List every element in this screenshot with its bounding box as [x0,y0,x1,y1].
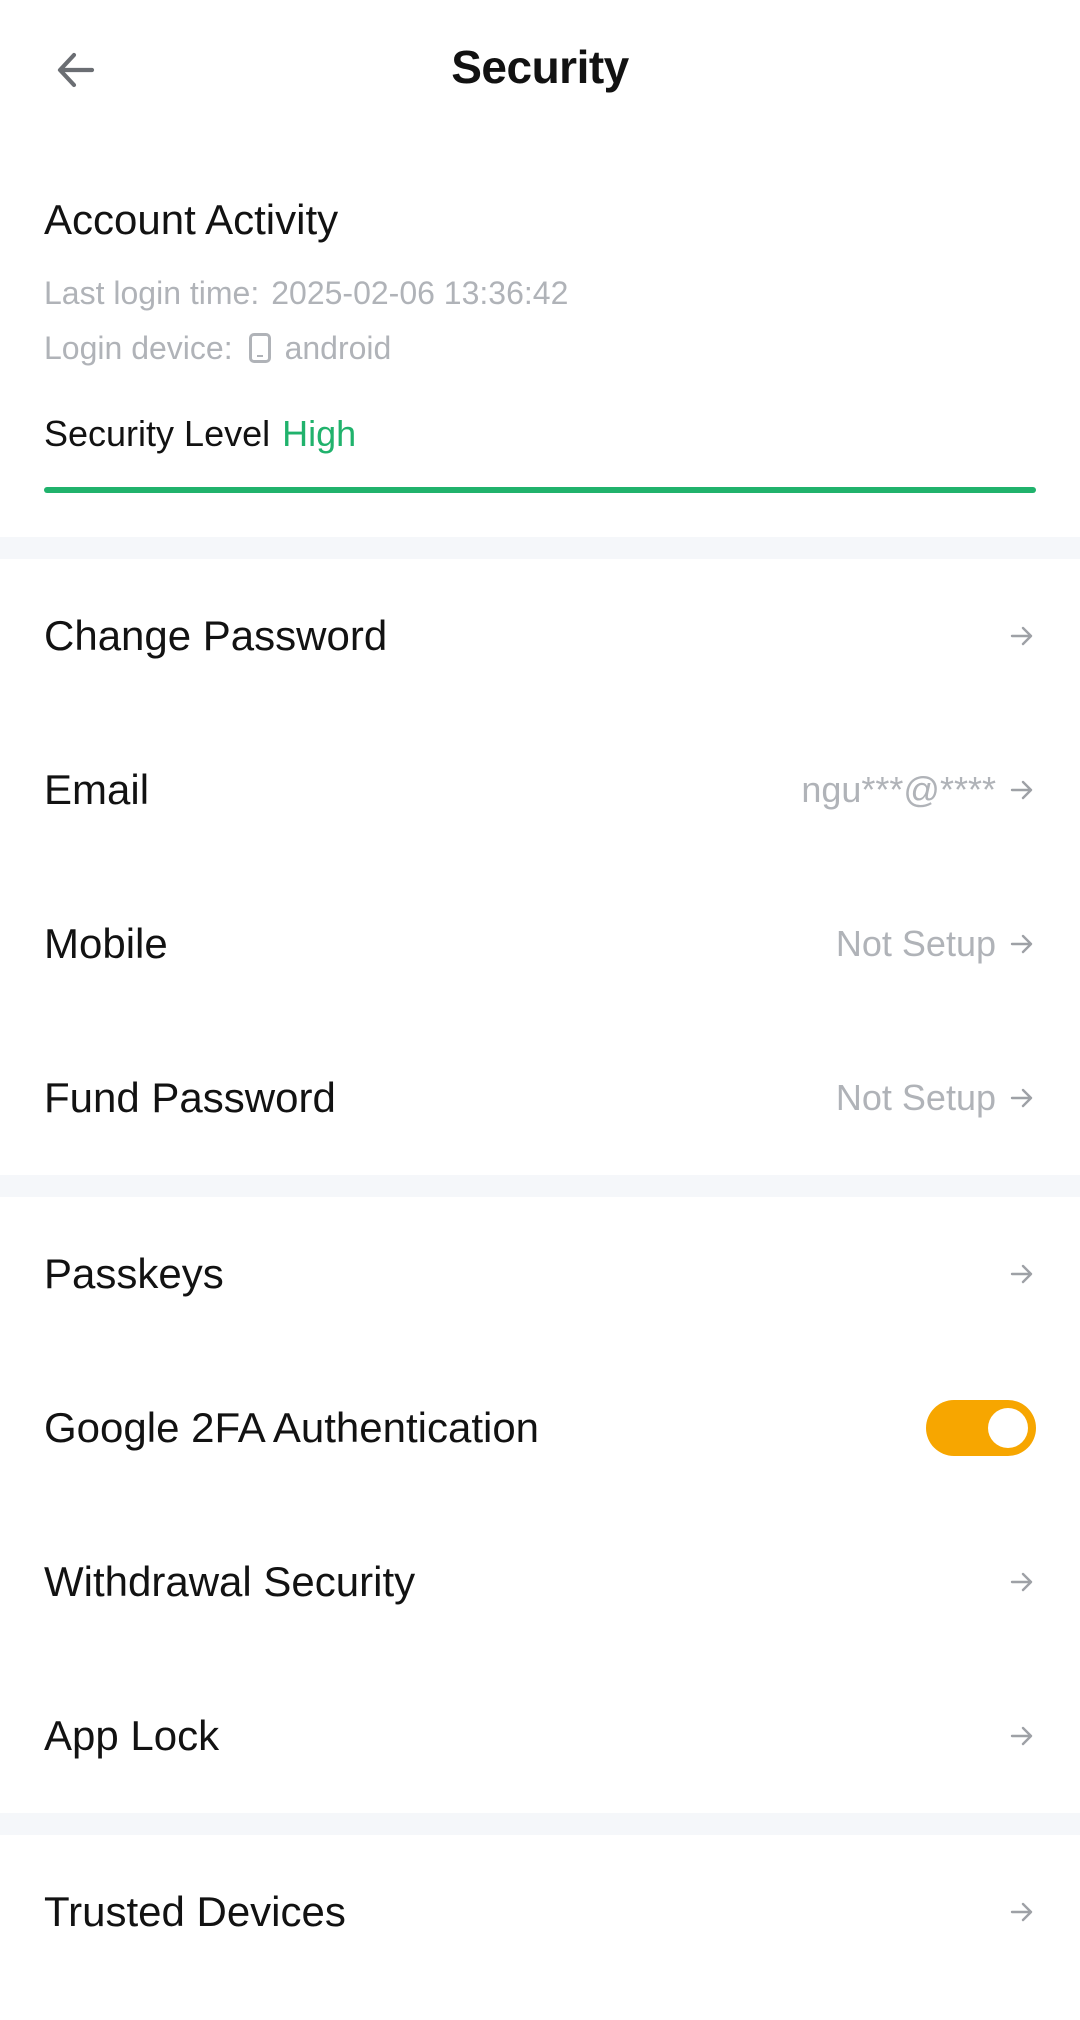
mobile-value: Not Setup [835,923,996,964]
passkeys-row[interactable]: Passkeys [0,1197,1080,1351]
security-level-bar [44,487,1036,493]
security-screen: Security Account Activity Last login tim… [0,0,1080,2020]
withdrawal-security-row[interactable]: Withdrawal Security [0,1505,1080,1659]
login-device-value: android [284,330,392,366]
security-options-group: Passkeys Google 2FA Authentication Withd… [0,1197,1080,1813]
withdrawal-security-label: Withdrawal Security [44,1558,416,1605]
fund-password-row[interactable]: Fund Password Not Setup [0,1021,1080,1175]
mobile-row[interactable]: Mobile Not Setup [0,867,1080,1021]
fund-password-label: Fund Password [44,1074,336,1121]
arrow-right-icon [1008,1722,1036,1750]
arrow-right-icon [1008,930,1036,958]
arrow-right-icon [1008,1568,1036,1596]
security-level-value: High [282,413,357,454]
email-label: Email [44,766,150,813]
security-level-line: Security Level High [44,411,1036,457]
last-login-value: 2025-02-06 13:36:42 [271,275,569,311]
trusted-devices-row[interactable]: Trusted Devices [0,1835,1080,1989]
arrow-right-icon [1008,622,1036,650]
security-level-label: Security Level [44,413,271,454]
arrow-right-icon [1008,1898,1036,1926]
account-settings-group: Change Password Email ngu***@**** Mobile… [0,559,1080,1175]
account-activity-section: Account Activity Last login time: 2025-0… [0,194,1080,493]
arrow-right-icon [1008,1260,1036,1288]
section-divider [0,1175,1080,1197]
page-title: Security [451,41,629,93]
login-device-line: Login device: android [44,327,1036,369]
arrow-right-icon [1008,776,1036,804]
arrow-right-icon [1008,1084,1036,1112]
change-password-row[interactable]: Change Password [0,559,1080,713]
header: Security [0,0,1080,140]
app-lock-label: App Lock [44,1712,220,1759]
change-password-label: Change Password [44,612,388,659]
passkeys-label: Passkeys [44,1250,224,1297]
email-row[interactable]: Email ngu***@**** [0,713,1080,867]
email-value: ngu***@**** [801,769,996,810]
app-lock-row[interactable]: App Lock [0,1659,1080,1813]
section-divider [0,1813,1080,1835]
login-device-label: Login device: [44,330,233,366]
google-2fa-toggle[interactable] [926,1400,1036,1456]
last-login-line: Last login time: 2025-02-06 13:36:42 [44,272,1036,314]
last-login-label: Last login time: [44,275,260,311]
google-2fa-row: Google 2FA Authentication [0,1351,1080,1505]
trusted-devices-label: Trusted Devices [44,1888,346,1935]
toggle-knob [988,1408,1028,1448]
phone-icon [248,333,271,363]
section-divider [0,537,1080,559]
account-activity-title: Account Activity [44,196,339,243]
devices-group: Trusted Devices [0,1835,1080,1989]
google-2fa-label: Google 2FA Authentication [44,1404,540,1451]
fund-password-value: Not Setup [835,1077,996,1118]
mobile-label: Mobile [44,920,168,967]
